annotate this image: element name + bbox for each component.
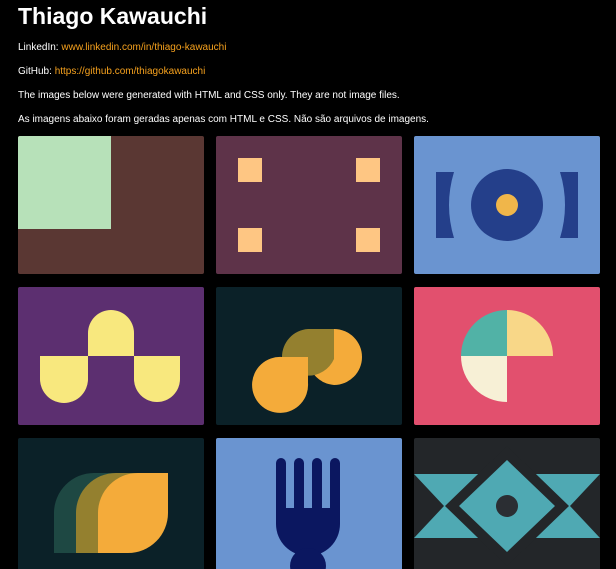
ring-with-dot-art bbox=[414, 136, 600, 274]
right-arch bbox=[134, 356, 180, 402]
art-tile-drops bbox=[216, 287, 402, 425]
square-bottom-right bbox=[356, 228, 380, 252]
linkedin-link[interactable]: www.linkedin.com/in/thiago-kawauchi bbox=[61, 42, 226, 53]
bottom-drop bbox=[252, 356, 309, 413]
art-tile-ring bbox=[414, 136, 600, 274]
quarter-circles-art bbox=[414, 287, 600, 425]
leaves-art bbox=[18, 438, 204, 569]
square-top-left bbox=[238, 158, 262, 182]
art-tile-arches bbox=[18, 287, 204, 425]
square-bottom-left bbox=[238, 228, 262, 252]
green-square bbox=[18, 136, 111, 229]
page-title: Thiago Kawauchi bbox=[18, 3, 208, 29]
github-link[interactable]: https://github.com/thiagokawauchi bbox=[55, 66, 206, 77]
arches-art bbox=[18, 287, 204, 425]
art-tile-leaves bbox=[18, 438, 204, 569]
tile-background bbox=[216, 136, 402, 274]
art-tile-quarters bbox=[414, 287, 600, 425]
art-tile-fork bbox=[216, 438, 402, 569]
art-tile-diamond bbox=[414, 438, 600, 569]
note-english: The images below were generated with HTM… bbox=[18, 90, 400, 101]
four-squares-art bbox=[216, 136, 402, 274]
info-section: LinkedIn: www.linkedin.com/in/thiago-kaw… bbox=[18, 42, 608, 126]
drops-art bbox=[216, 287, 402, 425]
top-arch bbox=[88, 310, 134, 356]
center-dot bbox=[496, 495, 518, 517]
square-top-right bbox=[356, 158, 380, 182]
square-corner-art bbox=[18, 136, 204, 274]
diamond-art bbox=[414, 438, 600, 569]
fork-art bbox=[216, 438, 402, 569]
github-label: GitHub: bbox=[18, 66, 52, 77]
center-dot bbox=[496, 194, 518, 216]
note-portuguese: As imagens abaixo foram geradas apenas c… bbox=[18, 114, 429, 125]
art-tile-four-squares bbox=[216, 136, 402, 274]
art-tile-square-corner bbox=[18, 136, 204, 274]
left-arch bbox=[40, 356, 88, 403]
linkedin-label: LinkedIn: bbox=[18, 42, 59, 53]
github-line: GitHub: https://github.com/thiagokawauch… bbox=[18, 66, 608, 78]
page: Thiago Kawauchi LinkedIn: www.linkedin.c… bbox=[18, 0, 608, 126]
linkedin-line: LinkedIn: www.linkedin.com/in/thiago-kaw… bbox=[18, 42, 608, 54]
